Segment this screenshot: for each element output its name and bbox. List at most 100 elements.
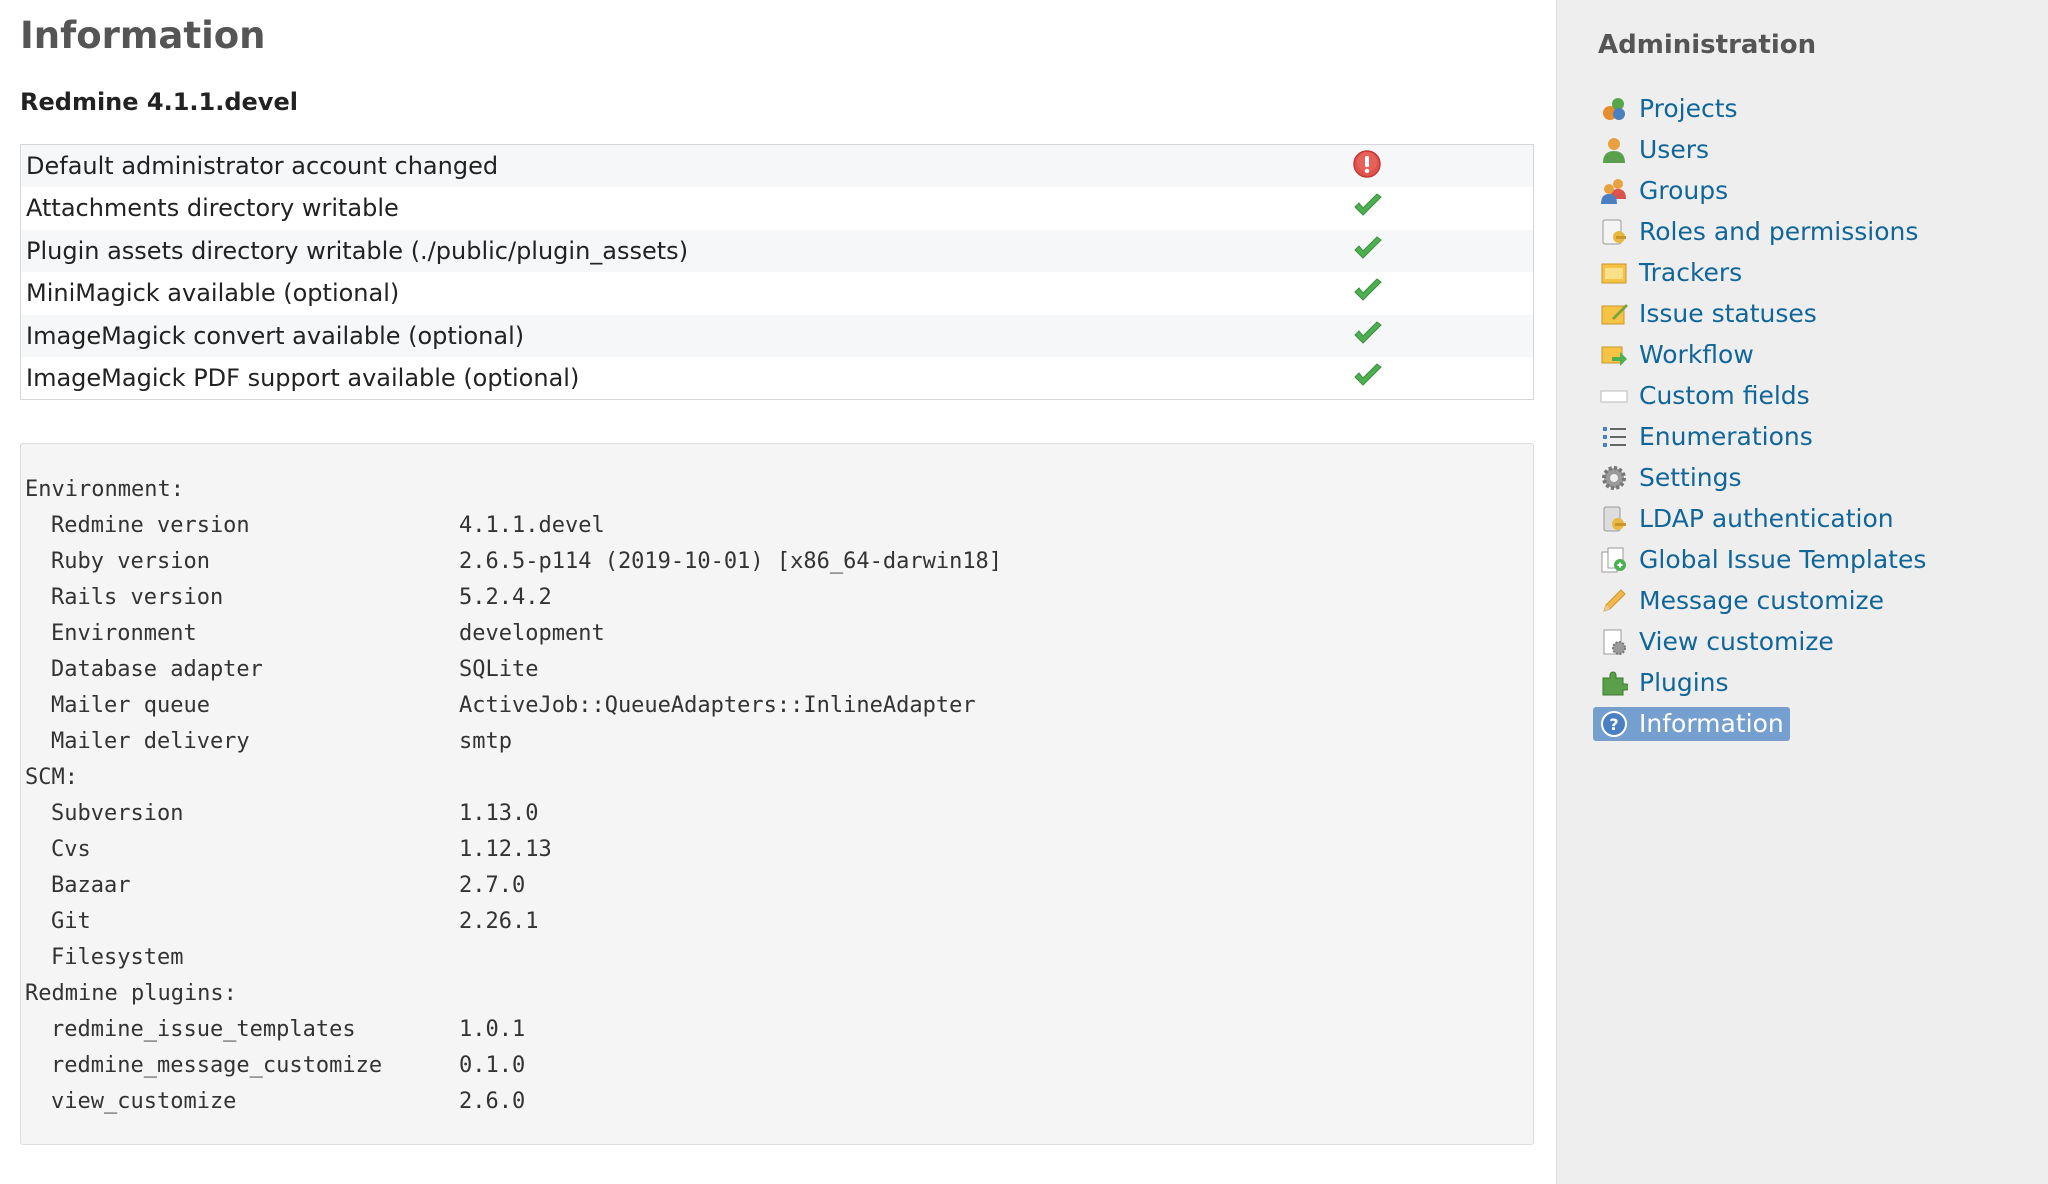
sidebar-link-issue-statuses[interactable]: Issue statuses <box>1597 297 1823 331</box>
env-value: 1.12.13 <box>459 837 552 862</box>
env-row: Database adapter SQLite <box>25 652 1533 688</box>
sidebar-link-message-customize[interactable]: Message customize <box>1597 584 1890 618</box>
exclamation-icon <box>1352 149 1382 183</box>
env-value: smtp <box>459 729 512 754</box>
sidebar-item-label: Information <box>1639 709 1784 738</box>
gear-icon <box>1599 463 1629 493</box>
env-key: Mailer queue <box>51 693 210 718</box>
sidebar-item: ? Information <box>1593 703 1932 744</box>
env-section-heading: SCM: <box>25 765 78 790</box>
sidebar-item: Trackers <box>1597 252 1932 293</box>
sidebar-item: Settings <box>1597 457 1932 498</box>
env-row: Git 2.26.1 <box>25 904 1533 940</box>
env-key: redmine_issue_templates <box>51 1017 356 1042</box>
group-icon <box>1599 176 1629 206</box>
sidebar-item: Projects <box>1597 88 1932 129</box>
env-section-heading: Environment: <box>25 477 184 502</box>
custom-fields-icon <box>1599 381 1629 411</box>
sidebar-item-label: Trackers <box>1639 258 1743 287</box>
env-row: Mailer delivery smtp <box>25 724 1533 760</box>
env-row: Filesystem <box>25 940 1533 976</box>
env-value: 4.1.1.devel <box>459 513 605 538</box>
sidebar-link-ldap-authentication[interactable]: LDAP authentication <box>1597 502 1900 536</box>
check-status <box>1352 315 1534 358</box>
view-customize-icon <box>1599 627 1629 657</box>
sidebar-item-label: Enumerations <box>1639 422 1813 451</box>
env-key: Git <box>51 909 91 934</box>
env-row: Bazaar 2.7.0 <box>25 868 1533 904</box>
env-value: 2.6.5-p114 (2019-10-01) [x86_64-darwin18… <box>459 549 1003 574</box>
checkmark-icon <box>1352 277 1384 309</box>
sidebar-item-label: Groups <box>1639 176 1729 205</box>
sidebar-link-projects[interactable]: Projects <box>1597 92 1744 126</box>
check-row: Attachments directory writable <box>20 187 1534 230</box>
env-key: Database adapter <box>51 657 263 682</box>
sidebar-item-label: Message customize <box>1639 586 1885 615</box>
sidebar-link-roles-and-permissions[interactable]: Roles and permissions <box>1597 215 1924 249</box>
check-status <box>1352 230 1534 273</box>
sidebar-item: Workflow <box>1597 334 1932 375</box>
env-key: Bazaar <box>51 873 131 898</box>
checkmark-icon <box>1352 235 1384 267</box>
sidebar: Administration Projects Users Groups Roles … <box>1556 0 2048 1184</box>
sidebar-item: Roles and permissions <box>1597 211 1932 252</box>
env-key: Subversion <box>51 801 184 826</box>
check-label: Attachments directory writable <box>26 194 399 223</box>
sidebar-link-custom-fields[interactable]: Custom fields <box>1597 379 1816 413</box>
sidebar-link-global-issue-templates[interactable]: Global Issue Templates <box>1597 543 1932 577</box>
check-label: MiniMagick available (optional) <box>26 279 400 308</box>
puzzle-icon <box>1599 668 1629 698</box>
sidebar-item: View customize <box>1597 621 1932 662</box>
sidebar-item: Users <box>1597 129 1932 170</box>
env-key: view_customize <box>51 1089 237 1114</box>
env-section-heading: Redmine plugins: <box>25 981 237 1006</box>
env-row: Cvs 1.12.13 <box>25 832 1533 868</box>
check-row: Default administrator account changed <box>20 144 1534 187</box>
check-status <box>1352 357 1534 400</box>
env-row: Rails version 5.2.4.2 <box>25 580 1533 616</box>
sidebar-link-trackers[interactable]: Trackers <box>1597 256 1748 290</box>
pencil-icon <box>1599 586 1629 616</box>
sidebar-item: Enumerations <box>1597 416 1932 457</box>
check-label: Default administrator account changed <box>26 152 499 180</box>
env-row: Ruby version 2.6.5-p114 (2019-10-01) [x86… <box>25 544 1533 580</box>
workflow-icon <box>1599 340 1629 370</box>
checkmark-icon <box>1352 362 1384 394</box>
check-row: MiniMagick available (optional) <box>20 272 1534 315</box>
env-value: 2.6.0 <box>459 1089 526 1114</box>
env-row: redmine_message_customize 0.1.0 <box>25 1048 1533 1084</box>
roles-icon <box>1599 217 1629 247</box>
sidebar-link-users[interactable]: Users <box>1597 133 1715 167</box>
env-key: Mailer delivery <box>51 729 250 754</box>
sidebar-item: Message customize <box>1597 580 1932 621</box>
check-row: Plugin assets directory writable (./publ… <box>20 229 1534 273</box>
env-row: Environment development <box>25 616 1533 652</box>
sidebar-item-label: Roles and permissions <box>1639 217 1919 246</box>
env-key: Environment <box>51 621 197 646</box>
sidebar-link-information[interactable]: ? Information <box>1593 706 1790 741</box>
check-row: ImageMagick PDF support available (optio… <box>20 357 1534 400</box>
sidebar-link-enumerations[interactable]: Enumerations <box>1597 420 1819 454</box>
list-icon <box>1599 422 1629 452</box>
check-status <box>1352 272 1534 315</box>
env-value: 0.1.0 <box>459 1053 526 1078</box>
sidebar-link-view-customize[interactable]: View customize <box>1597 625 1840 659</box>
environment-info: Environment: Redmine version 4.1.1.devel Ru… <box>20 443 1534 1145</box>
sidebar-title: Administration <box>1598 30 1817 60</box>
checks-table: Default administrator account changed Att… <box>20 144 1534 400</box>
env-row: Mailer queue ActiveJob::QueueAdapters::In… <box>25 688 1533 724</box>
sidebar-item: LDAP authentication <box>1597 498 1932 539</box>
sidebar-item: Custom fields <box>1597 375 1932 416</box>
sidebar-item-label: Settings <box>1639 463 1742 492</box>
env-row: Subversion 1.13.0 <box>25 796 1533 832</box>
checkmark-icon <box>1352 192 1384 224</box>
env-row: view_customize 2.6.0 <box>25 1084 1533 1120</box>
sidebar-link-workflow[interactable]: Workflow <box>1597 338 1760 372</box>
sidebar-link-settings[interactable]: Settings <box>1597 461 1748 495</box>
sidebar-link-groups[interactable]: Groups <box>1597 174 1734 208</box>
sidebar-item-label: Projects <box>1639 94 1738 123</box>
sidebar-item-label: Workflow <box>1639 340 1754 369</box>
ldap-icon <box>1599 504 1629 534</box>
sidebar-item-label: Custom fields <box>1639 381 1810 410</box>
sidebar-link-plugins[interactable]: Plugins <box>1597 666 1735 700</box>
